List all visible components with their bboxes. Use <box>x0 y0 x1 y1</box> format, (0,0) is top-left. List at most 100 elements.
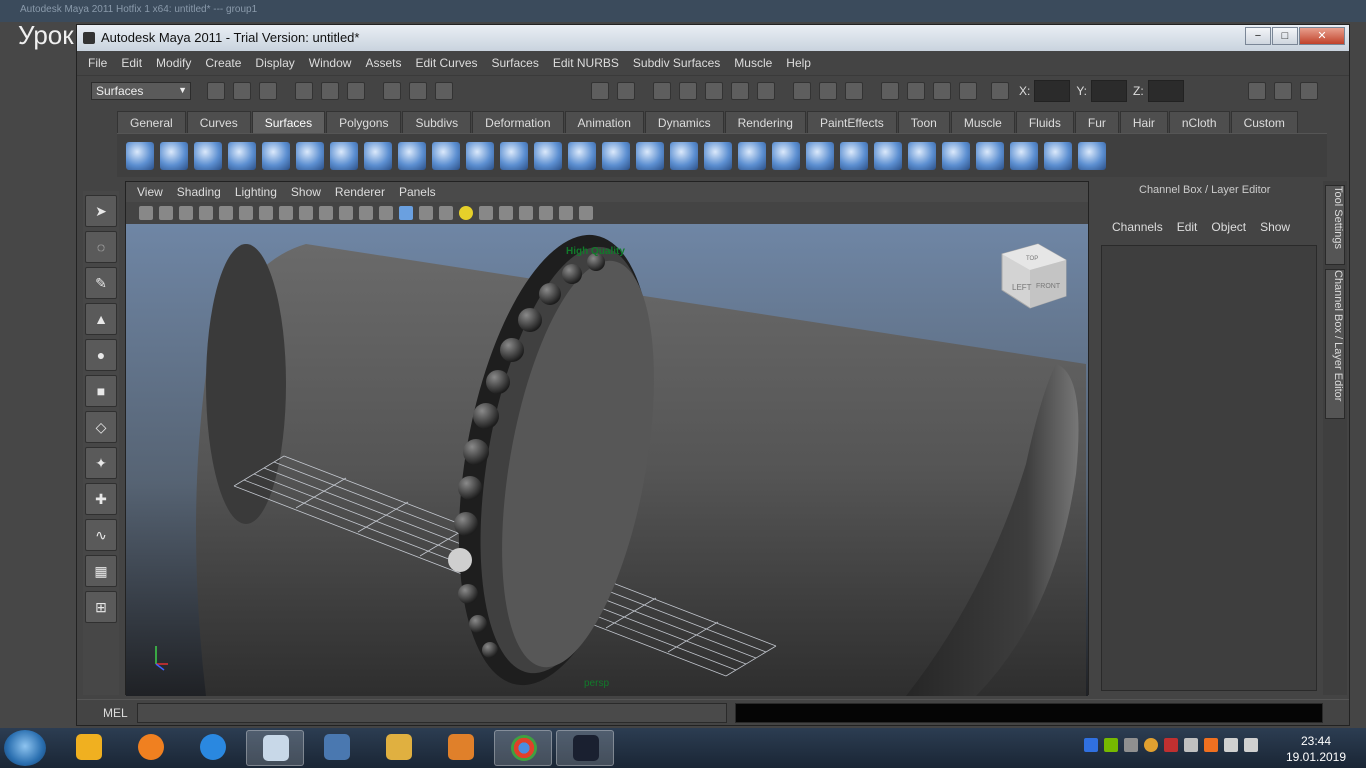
nurbs-sphere-icon[interactable] <box>126 141 154 170</box>
viewport-menu-lighting[interactable]: Lighting <box>228 185 284 199</box>
highlight-selection-icon[interactable] <box>617 81 635 100</box>
usb-tray-icon[interactable] <box>1224 738 1238 752</box>
shelf-tab-toon[interactable]: Toon <box>897 111 950 133</box>
open-scene-icon[interactable] <box>233 81 251 100</box>
snap-grid-icon[interactable] <box>653 81 671 100</box>
shelf-tab-curves[interactable]: Curves <box>186 111 251 133</box>
show-manipulator-icon[interactable]: ✚ <box>85 483 117 515</box>
wireframe-icon[interactable] <box>379 206 393 220</box>
attach-icon[interactable] <box>772 141 800 170</box>
taskbar-app-2[interactable] <box>122 730 180 766</box>
nvidia-tray-icon[interactable] <box>1104 738 1118 752</box>
camera-attributes-icon[interactable] <box>159 206 173 220</box>
rotate-tool-icon[interactable]: ● <box>85 339 117 371</box>
taskbar-app-6[interactable] <box>370 730 428 766</box>
side-tab-tool-settings[interactable]: Tool Settings <box>1325 185 1345 265</box>
insert-isoparm-icon[interactable] <box>908 141 936 170</box>
close-button[interactable]: ✕ <box>1299 27 1345 45</box>
menu-create[interactable]: Create <box>198 56 248 70</box>
shelf-tab-subdivs[interactable]: Subdivs <box>402 111 472 133</box>
shelf-tab-general[interactable]: General <box>117 111 186 133</box>
taskbar-app-1[interactable] <box>60 730 118 766</box>
nurbs-cylinder-icon[interactable] <box>194 141 222 170</box>
render-view-icon[interactable] <box>845 81 863 100</box>
save-scene-icon[interactable] <box>259 81 277 100</box>
lasso-tool-icon[interactable]: ◌ <box>85 231 117 263</box>
taskbar-app-4[interactable] <box>246 730 304 766</box>
shelf-tab-polygons[interactable]: Polygons <box>326 111 402 133</box>
select-hierarchy-icon[interactable] <box>295 81 313 100</box>
xray-components-icon[interactable] <box>579 206 593 220</box>
viewport-menu-panels[interactable]: Panels <box>392 185 443 199</box>
lock-selection-icon[interactable] <box>591 81 609 100</box>
last-tool-icon[interactable]: ∿ <box>85 519 117 551</box>
four-view-layout-icon[interactable]: ⊞ <box>85 591 117 623</box>
input-mode-icon[interactable] <box>991 81 1009 100</box>
clock[interactable]: 23:44 19.01.2019 <box>1284 733 1348 765</box>
planar-icon[interactable] <box>398 141 426 170</box>
camera-select-icon[interactable] <box>139 206 153 220</box>
shelf-tab-ncloth[interactable]: nCloth <box>1168 111 1230 133</box>
smooth-shade-icon[interactable] <box>399 206 413 220</box>
align-icon[interactable] <box>840 141 868 170</box>
trim-icon[interactable] <box>704 141 732 170</box>
shelf-tab-dynamics[interactable]: Dynamics <box>644 111 724 133</box>
snap-curve-icon[interactable] <box>679 81 697 100</box>
textured-icon[interactable] <box>439 206 453 220</box>
manipulator-tool-icon[interactable]: ◇ <box>85 411 117 443</box>
menu-subdiv-surfaces[interactable]: Subdiv Surfaces <box>626 56 727 70</box>
shelf-tab-hair[interactable]: Hair <box>1119 111 1168 133</box>
channel-box-menu-edit[interactable]: Edit <box>1170 220 1205 234</box>
coord-x-input[interactable] <box>1034 79 1071 102</box>
tool-settings-icon[interactable] <box>1273 81 1292 100</box>
channel-box-menu-channels[interactable]: Channels <box>1105 220 1170 234</box>
windows-start-icon[interactable] <box>4 730 46 766</box>
minimize-button[interactable]: − <box>1245 27 1271 45</box>
menu-edit-nurbs[interactable]: Edit NURBS <box>546 56 626 70</box>
mel-input[interactable] <box>137 703 727 723</box>
viewport-menu-shading[interactable]: Shading <box>170 185 228 199</box>
shelf-tab-fluids[interactable]: Fluids <box>1015 111 1074 133</box>
shelf-tab-painteffects[interactable]: PaintEffects <box>806 111 897 133</box>
taskbar-app-7[interactable] <box>432 730 490 766</box>
mel-label[interactable]: MEL <box>103 706 128 720</box>
bevel-plus-icon[interactable] <box>602 141 630 170</box>
high-quality-icon[interactable] <box>499 206 513 220</box>
select-component-icon[interactable] <box>347 81 365 100</box>
open-close-icon[interactable] <box>874 141 902 170</box>
shelf-tab-muscle[interactable]: Muscle <box>950 111 1015 133</box>
birail-icon[interactable] <box>466 141 494 170</box>
volume-tray-icon[interactable] <box>1244 738 1258 752</box>
square-icon[interactable] <box>534 141 562 170</box>
isolate-select-icon[interactable] <box>519 206 533 220</box>
nurbs-cone-icon[interactable] <box>228 141 256 170</box>
keyboard-tray-icon[interactable] <box>1084 738 1098 752</box>
hypershade-icon[interactable] <box>959 81 977 100</box>
menu-modify[interactable]: Modify <box>149 56 198 70</box>
single-layout-icon[interactable]: ▦ <box>85 555 117 587</box>
coord-z-input[interactable] <box>1147 79 1184 102</box>
menu-edit-curves[interactable]: Edit Curves <box>408 56 484 70</box>
shelf-tab-surfaces[interactable]: Surfaces <box>251 111 326 133</box>
sculpt-icon[interactable] <box>1044 141 1072 170</box>
snap-point-icon[interactable] <box>705 81 723 100</box>
bookmark-icon[interactable] <box>179 206 193 220</box>
reverse-icon[interactable] <box>1078 141 1106 170</box>
ipr-render-icon[interactable] <box>907 81 925 100</box>
menu-edit[interactable]: Edit <box>114 56 149 70</box>
menu-file[interactable]: File <box>81 56 114 70</box>
construction-history-icon[interactable] <box>819 81 837 100</box>
menu-assets[interactable]: Assets <box>358 56 408 70</box>
shelf-tab-fur[interactable]: Fur <box>1074 111 1119 133</box>
resolution-gate-icon[interactable] <box>279 206 293 220</box>
two-d-pan-icon[interactable] <box>219 206 233 220</box>
select-object-icon[interactable] <box>321 81 339 100</box>
safe-title-icon[interactable] <box>359 206 373 220</box>
shelf-tab-animation[interactable]: Animation <box>564 111 644 133</box>
xray-icon[interactable] <box>539 206 553 220</box>
use-all-lights-icon[interactable] <box>459 206 473 220</box>
loft-icon[interactable] <box>364 141 392 170</box>
channel-box-menu-show[interactable]: Show <box>1253 220 1297 234</box>
flag-tray-icon[interactable] <box>1164 738 1178 752</box>
soft-modify-tool-icon[interactable]: ✦ <box>85 447 117 479</box>
